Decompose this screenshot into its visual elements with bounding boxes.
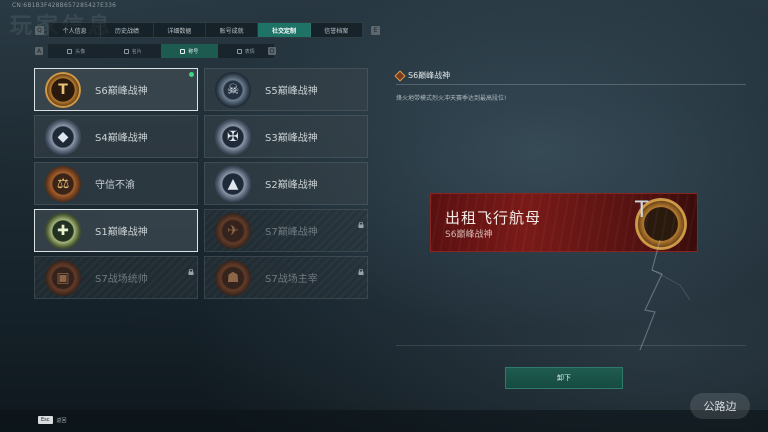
medal-icon: ✚ — [45, 212, 81, 249]
subtab-prev-key[interactable]: A — [35, 47, 43, 55]
medal-icon: ☠ — [215, 71, 251, 108]
subtab-icon — [123, 48, 129, 54]
main-tabs: 个人信息 历史战绩 详细数据 账号成就 社交定制 信誉档案 — [48, 22, 364, 38]
subtab-0[interactable]: 头像 — [48, 44, 105, 58]
lock-icon — [358, 213, 364, 228]
medal-icon: ✠ — [215, 118, 251, 155]
medal-icon: T — [45, 71, 81, 108]
tab-4[interactable]: 社交定制 — [258, 23, 311, 37]
lightning-decoration — [639, 240, 691, 351]
title-card-label: S7巅峰战神 — [265, 227, 318, 238]
title-card-label: 守信不渝 — [95, 180, 135, 191]
detail-description: 烽火地带模式烈火冲天赛季达到最高段位! — [396, 95, 507, 102]
title-card-label: S1巅峰战神 — [95, 227, 148, 238]
title-card[interactable]: ✠ S3巅峰战神 — [204, 115, 368, 158]
title-card-label: S7战场统帅 — [95, 274, 148, 285]
title-grid: T S6巅峰战神 ☠ S5巅峰战神 ◆ S4巅峰战神 ✠ S3巅峰战神 ⚖ 守信不渝 ▲ S2巅峰战神… — [34, 68, 368, 299]
subtab-label: 称号 — [188, 48, 199, 55]
subtab-icon — [180, 48, 186, 54]
lock-icon — [188, 260, 194, 275]
title-card-label: S5巅峰战神 — [265, 86, 318, 97]
tab-3[interactable]: 账号成就 — [206, 23, 259, 37]
back-hint[interactable]: Esc 返回 — [38, 416, 67, 424]
title-card-label: S3巅峰战神 — [265, 133, 318, 144]
subtab-3[interactable]: 表情 — [218, 44, 275, 58]
subtab-icon — [67, 48, 73, 54]
medal-icon: ☗ — [215, 259, 251, 296]
title-card[interactable]: ⚖ 守信不渝 — [34, 162, 198, 205]
title-card[interactable]: ▲ S2巅峰战神 — [204, 162, 368, 205]
equipped-dot-icon — [189, 72, 194, 77]
tab-prev-key[interactable]: Q — [35, 26, 44, 35]
tab-0[interactable]: 个人信息 — [49, 23, 102, 37]
unequip-button[interactable]: 卸下 — [505, 367, 623, 389]
bottom-bar — [0, 410, 768, 432]
medal-icon: ✈ — [215, 212, 251, 249]
subtab-label: 名片 — [131, 48, 142, 55]
subtab-icon — [236, 48, 242, 54]
title-card-label: S4巅峰战神 — [95, 133, 148, 144]
title-card[interactable]: ◆ S4巅峰战神 — [34, 115, 198, 158]
title-card[interactable]: ☗ S7战场主宰 — [204, 256, 368, 299]
subtab-2[interactable]: 称号 — [161, 44, 218, 58]
medal-icon: ▲ — [215, 165, 251, 202]
rank-diamond-icon — [394, 69, 406, 82]
title-card[interactable]: ✈ S7巅峰战神 — [204, 209, 368, 252]
title-card-label: S2巅峰战神 — [265, 180, 318, 191]
tab-2[interactable]: 详细数据 — [154, 23, 206, 37]
title-card[interactable]: T S6巅峰战神 — [34, 68, 198, 111]
title-card[interactable]: ☠ S5巅峰战神 — [204, 68, 368, 111]
subtab-1[interactable]: 名片 — [105, 44, 162, 58]
tab-5[interactable]: 信誉档案 — [311, 23, 363, 37]
banner-player-name: 出租飞行航母 — [445, 209, 542, 227]
tab-next-key[interactable]: E — [371, 26, 380, 35]
sub-tabs: 头像 名片 称号 表情 — [48, 44, 274, 58]
detail-heading: S6巅峰战神 — [394, 69, 451, 82]
tab-1[interactable]: 历史战绩 — [101, 23, 154, 37]
title-card-label: S6巅峰战神 — [95, 86, 148, 97]
esc-key[interactable]: Esc — [38, 416, 53, 424]
title-card[interactable]: ▣ S7战场统帅 — [34, 256, 198, 299]
detail-title: S6巅峰战神 — [408, 71, 451, 80]
medal-icon: ◆ — [45, 118, 81, 155]
banner-title: S6巅峰战神 — [445, 230, 493, 240]
medal-icon: ▣ — [45, 259, 81, 296]
subtab-next-key[interactable]: D — [268, 47, 276, 55]
lock-icon — [358, 260, 364, 275]
detail-divider — [396, 84, 746, 85]
medal-icon: ⚖ — [45, 165, 81, 202]
watermark: 公路边 — [690, 393, 750, 419]
lower-divider — [396, 345, 746, 346]
title-card-label: S7战场主宰 — [265, 274, 318, 285]
subtab-label: 表情 — [244, 48, 255, 55]
subtab-label: 头像 — [75, 48, 86, 55]
back-label: 返回 — [56, 417, 67, 424]
title-card[interactable]: ✚ S1巅峰战神 — [34, 209, 198, 252]
